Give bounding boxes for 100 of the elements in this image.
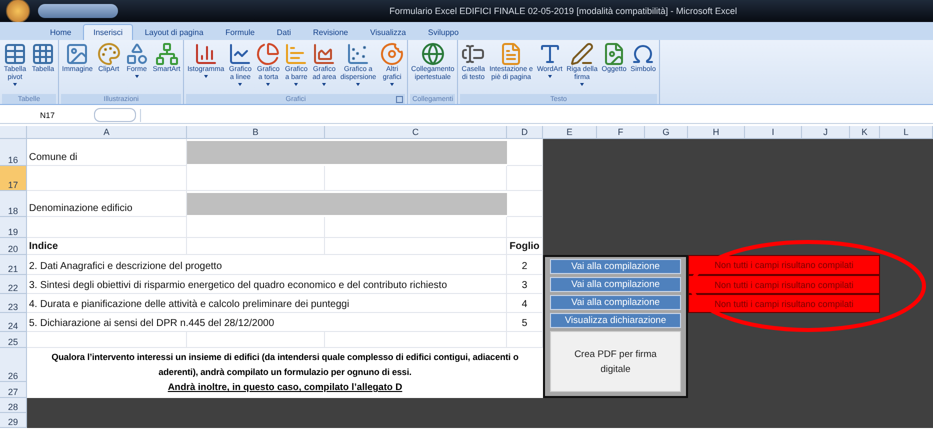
ribbon-tab[interactable]: Home [40,24,82,40]
function-icon[interactable] [94,108,136,122]
pivot-table-icon [3,42,27,66]
row-header[interactable]: 29 [0,413,27,428]
name-box[interactable]: N17 [0,110,90,120]
caret-icon [294,83,298,86]
globe-icon [420,42,445,66]
input-field[interactable] [187,139,507,166]
line-chart-icon [228,42,252,66]
caret-icon [134,75,139,78]
omega-icon [631,42,656,66]
row-header[interactable]: 20 [0,238,27,255]
caret-icon [390,83,394,86]
area-chart-icon [312,42,336,66]
cell-text: Comune di [27,139,187,166]
sheet-cell[interactable] [187,166,325,191]
cell-text: 4. Durata e pianificazione delle attività e calcolo preliminare dei punteggi [27,294,507,313]
input-field[interactable] [187,191,507,217]
row-header[interactable]: 27 [0,382,27,398]
status-cell: Non tutti i campi risultano compilati [688,255,880,275]
pen-icon [570,42,594,66]
sheet-cell[interactable] [325,332,507,348]
column-header[interactable]: J [802,126,850,139]
donut-chart-icon [380,42,404,66]
picture-icon [65,42,90,66]
action-button[interactable]: Visualizza dichiarazione [550,313,681,328]
ribbon-tab[interactable]: Sviluppo [418,24,469,40]
sheet-cell[interactable] [27,166,187,191]
status-cell: Non tutti i campi risultano compilati [688,294,880,313]
row-header[interactable]: 25 [0,332,27,348]
office-button[interactable] [6,0,30,23]
sheet-cell[interactable] [187,238,325,255]
column-header[interactable]: F [597,126,645,139]
text-box-icon [461,42,486,66]
quick-access-toolbar[interactable] [38,4,118,18]
caret-icon [266,83,270,86]
cell-text: Indice [27,238,187,255]
column-header[interactable]: C [325,126,507,139]
sheet-cell[interactable] [507,166,543,191]
ribbon-tab[interactable]: Formule [215,24,265,40]
sheet-cell[interactable] [507,139,543,166]
caret-icon [204,75,208,78]
bar-chart-icon [194,42,218,66]
sheet-cell[interactable] [325,166,507,191]
column-header[interactable]: A [27,126,187,139]
select-all-corner[interactable] [0,126,27,139]
row-header[interactable]: 28 [0,398,27,413]
ribbon-tab[interactable]: Layout di pagina [134,24,214,40]
column-header[interactable]: D [507,126,543,139]
column-header[interactable]: K [850,126,880,139]
sheet-cell[interactable] [187,332,325,348]
cell-text: 3. Sintesi degli obiettivi di risparmio energetico del quadro economico e del contributo richiesto [27,275,507,294]
sheet-cell[interactable] [27,217,187,238]
clipart-icon [96,42,121,66]
sheet-cell[interactable] [187,217,325,238]
sheet-cell[interactable] [325,238,507,255]
cell-text: 5. Dichiarazione ai sensi del DPR n.445 del 28/12/2000 [27,313,507,332]
cell-text: 5 [507,313,543,332]
column-header[interactable]: G [645,126,688,139]
note-text: Andrà inoltre, in questo caso, compilato l’allegato D [27,382,543,398]
cell-text: 4 [507,294,543,313]
dialog-launcher-icon[interactable] [396,96,404,103]
cell-text: 3 [507,275,543,294]
sheet-cell[interactable] [507,191,543,217]
column-header[interactable]: I [745,126,802,139]
row-header[interactable]: 18 [0,191,27,217]
pdf-button[interactable]: Crea PDF per firma digitale [550,331,681,392]
window-title: Formulario Excel EDIFICI FINALE 02-05-2019 [modalità compatibilità] - Microsoft Excel [388,6,738,16]
ribbon-tab[interactable]: Dati [266,24,301,40]
sheet-cell[interactable] [27,332,187,348]
row-header[interactable]: 23 [0,294,27,313]
caret-icon [356,83,360,86]
sheet-cell[interactable] [325,217,507,238]
note-text: Qualora l’intervento interessi un insieme di edifici (da intendersi quale complesso di edifici contigui, adiacenti o aderenti), andrà compilato un formulazio per ognuno di essi. [27,348,543,382]
column-header[interactable]: E [543,126,597,139]
cell-text: Denominazione edificio [27,191,187,217]
column-header[interactable]: H [688,126,745,139]
row-header[interactable]: 21 [0,255,27,275]
ribbon-tab[interactable]: Revisione [302,24,358,40]
cell-text: 2. Dati Anagrafici e descrizione del progetto [27,255,507,275]
action-button[interactable]: Vai alla compilazione [550,295,681,310]
action-button[interactable]: Vai alla compilazione [550,259,681,274]
row-header[interactable]: 17 [0,166,27,191]
horizontal-bar-chart-icon [284,42,308,66]
cell-text: 2 [507,255,543,275]
row-header[interactable]: 16 [0,139,27,166]
ribbon-tab[interactable]: Visualizza [360,24,416,40]
sheet-cell[interactable] [507,332,543,348]
column-header[interactable]: L [880,126,933,139]
column-header[interactable]: B [187,126,325,139]
row-header[interactable]: 24 [0,313,27,332]
ribbon-tab[interactable]: Inserisci [83,24,133,40]
action-button[interactable]: Vai alla compilazione [550,277,681,292]
row-header[interactable]: 19 [0,217,27,238]
row-header[interactable]: 26 [0,348,27,382]
sheet-cell[interactable] [507,217,543,238]
diagram-icon [154,42,179,66]
caret-icon [548,75,552,78]
row-header[interactable]: 22 [0,275,27,294]
table-icon [31,42,55,66]
